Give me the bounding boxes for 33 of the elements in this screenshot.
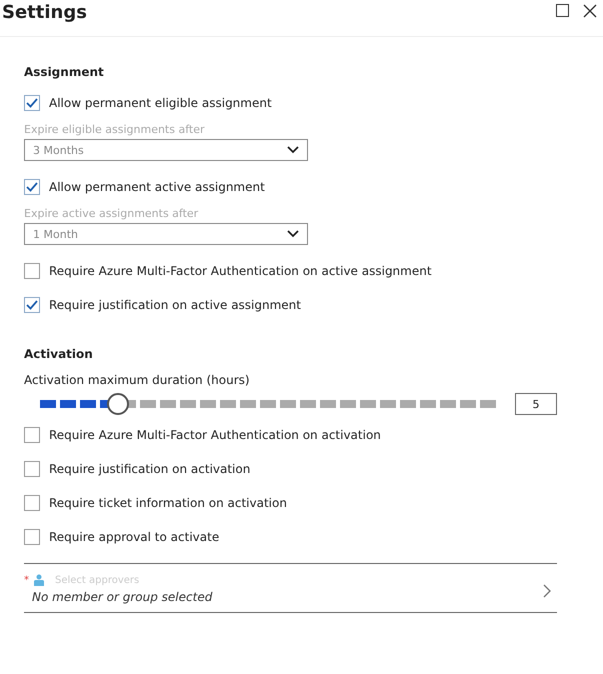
dropdown[interactable]: 1 Month	[24, 223, 308, 245]
checkbox-label: Require justification on activation	[49, 462, 250, 476]
required-mark: *	[24, 574, 29, 586]
checkbox[interactable]	[24, 427, 40, 443]
checkbox[interactable]	[24, 297, 40, 313]
section-heading: Assignment	[24, 65, 105, 79]
checkbox[interactable]	[24, 263, 40, 279]
chevron-down-icon	[287, 230, 299, 238]
checkbox[interactable]	[24, 95, 40, 111]
checkbox[interactable]	[24, 179, 40, 195]
person-icon	[34, 574, 44, 586]
checkbox-label: Require ticket information on activation	[49, 496, 287, 510]
value-field[interactable]: 5	[515, 393, 557, 415]
chevron-down-icon	[287, 146, 299, 154]
checkbox-label: Allow permanent active assignment	[49, 180, 265, 194]
checkbox-label: Allow permanent eligible assignment	[49, 96, 272, 110]
checkbox-label: Require Azure Multi-Factor Authentication on activation	[49, 428, 381, 442]
chevron-right-icon	[543, 584, 551, 598]
checkbox[interactable]	[24, 529, 40, 545]
window-title: Settings	[2, 2, 87, 22]
maximize-button[interactable]	[556, 4, 569, 18]
close-button[interactable]	[583, 4, 597, 18]
checkbox-label: Require justification on active assignment	[49, 298, 301, 312]
slider-label: Activation maximum duration (hours)	[24, 373, 251, 387]
field-label: Expire active assignments after	[24, 207, 200, 220]
section-heading: Activation	[24, 347, 94, 361]
checkbox-label: Require approval to activate	[49, 530, 220, 544]
slider-thumb[interactable]	[106, 393, 129, 415]
field-label: Expire eligible assignments after	[24, 123, 206, 136]
dropdown[interactable]: 3 Months	[24, 139, 308, 161]
checkbox[interactable]	[24, 495, 40, 511]
checkbox[interactable]	[24, 461, 40, 477]
checkbox-label: Require Azure Multi-Factor Authentication on active assignment	[49, 264, 432, 278]
